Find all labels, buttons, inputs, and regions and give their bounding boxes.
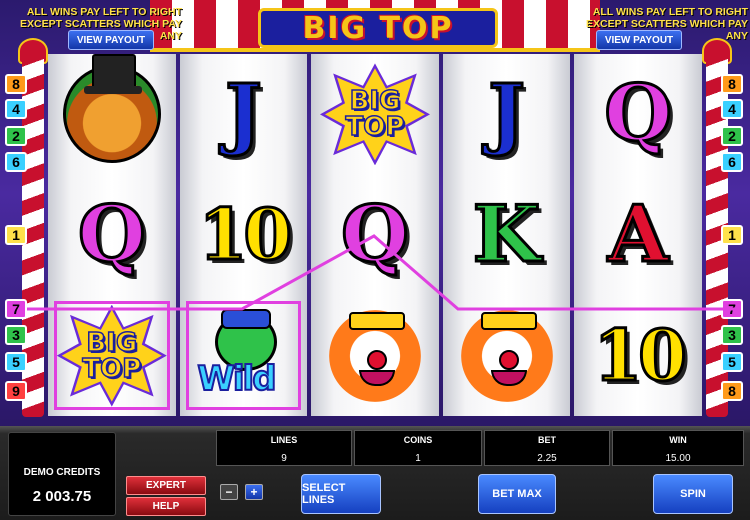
bet-value: 2.25 [537,453,557,464]
reel-3: BIG TOP Q [311,54,439,416]
payline-right-4[interactable]: 4 [721,99,743,119]
symbol-cell: 10 [574,295,702,416]
payline-left-8[interactable]: 8 [5,74,27,94]
symbol-cell: Q [48,175,176,296]
card-symbol-q: Q [603,68,674,160]
symbol-cell: Q [574,54,702,175]
payline-left-7[interactable]: 7 [5,299,27,319]
view-payout-button-left[interactable]: VIEW PAYOUT [68,30,154,50]
clown-icon [460,309,553,402]
coins-label: COINS [403,435,433,445]
win-highlight-box [185,301,302,411]
select-lines-button[interactable]: SELECT LINES [301,474,381,514]
symbol-cell: K [443,175,571,296]
reel-area: Q BIG TOP J 10 Wild BIG TOP Q J K Q A 10 [48,54,702,416]
symbol-cell [443,295,571,416]
payline-left-1[interactable]: 1 [5,225,27,245]
reel-4: JK [442,54,571,416]
symbol-cell: BIG TOP [48,295,176,416]
payline-right-2[interactable]: 2 [721,126,743,146]
symbol-cell: J [180,54,308,175]
payline-left-2[interactable]: 2 [5,126,27,146]
payline-right-7[interactable]: 7 [721,299,743,319]
win-display: WIN 15.00 [612,430,744,466]
lines-display: LINES 9 [216,430,352,466]
payline-right-8[interactable]: 8 [721,74,743,94]
payline-right-8[interactable]: 8 [721,381,743,401]
symbol-cell [311,295,439,416]
symbol-cell: J [443,54,571,175]
card-symbol-k: K [471,189,542,280]
decrease-coins-button[interactable]: − [220,484,238,500]
card-symbol-j: J [487,68,527,160]
win-label: WIN [669,435,687,445]
lines-value: 9 [281,453,287,464]
credits-display: DEMO CREDITS 2 003.75 [8,432,116,516]
symbol-cell: A [574,175,702,296]
card-symbol-j: J [223,68,263,160]
clown-icon [328,309,421,402]
expert-button[interactable]: EXPERT [126,476,206,495]
reel-5: Q A 10 [574,54,702,416]
bet-label: BET [538,435,556,445]
credits-value: 2 003.75 [32,488,92,505]
increase-coins-button[interactable]: + [245,484,263,500]
payline-left-4[interactable]: 4 [5,99,27,119]
bet-max-button[interactable]: BET MAX [478,474,556,514]
credits-label: DEMO CREDITS [23,467,101,478]
help-button[interactable]: HELP [126,497,206,516]
win-value: 15.00 [665,453,691,464]
bet-display: BET 2.25 [484,430,610,466]
symbol-cell: 10 [180,175,308,296]
reel-1: Q BIG TOP [48,54,176,416]
bigtop-text: BIG TOP [345,86,405,143]
coins-display: COINS 1 [354,430,482,466]
coins-value: 1 [415,453,421,464]
card-symbol-q: Q [76,189,147,280]
card-symbol-10: 10 [592,313,688,397]
card-symbol-10: 10 [197,193,293,276]
card-symbol-q: Q [340,189,411,280]
bigtop-scatter-symbol: BIG TOP [319,63,430,166]
payline-left-5[interactable]: 5 [5,352,27,372]
symbol-cell: Q [311,175,439,296]
payline-right-6[interactable]: 6 [721,152,743,172]
payline-left-3[interactable]: 3 [5,325,27,345]
payline-right-5[interactable]: 5 [721,352,743,372]
symbol-cell: BIG TOP [311,54,439,175]
card-symbol-a: A [606,189,670,280]
symbol-cell [48,54,176,175]
lion-ringmaster-icon [62,54,161,164]
payline-left-9[interactable]: 9 [5,381,27,401]
reel-2: J 10 Wild [179,54,308,416]
lines-label: LINES [270,435,298,445]
symbol-cell: Wild [180,295,308,416]
view-payout-button-right[interactable]: VIEW PAYOUT [596,30,682,50]
win-highlight-box [54,301,170,411]
payline-left-6[interactable]: 6 [5,152,27,172]
payline-right-3[interactable]: 3 [721,325,743,345]
spin-button[interactable]: SPIN [653,474,733,514]
payline-right-1[interactable]: 1 [721,225,743,245]
game-logo: BIG TOP [258,8,498,48]
